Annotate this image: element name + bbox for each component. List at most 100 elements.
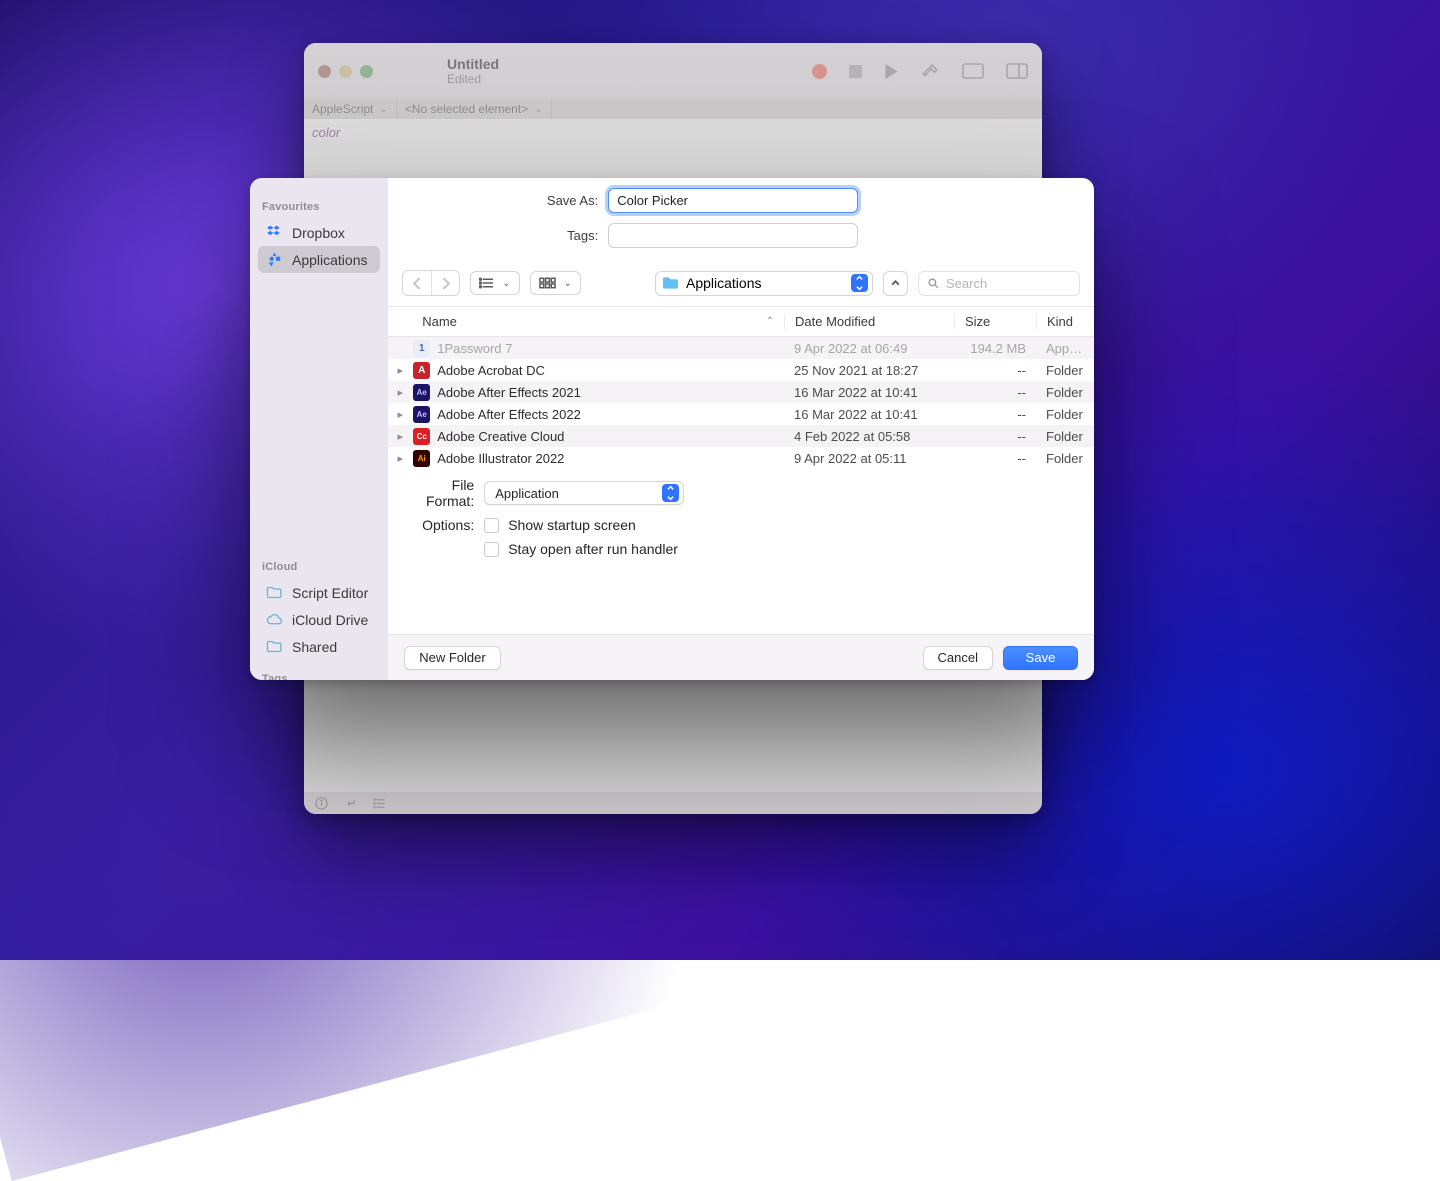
location-popup[interactable]: Applications: [655, 271, 873, 296]
cancel-button[interactable]: Cancel: [923, 646, 993, 670]
save-form: Save As: Tags:: [388, 178, 1094, 264]
save-as-label: Save As:: [408, 193, 608, 208]
file-kind: Applicati: [1036, 341, 1094, 356]
file-name: 1Password 7: [437, 341, 512, 356]
app-icon: Cc: [413, 428, 430, 445]
sidebar-item-applications[interactable]: Applications: [258, 246, 380, 273]
save-dialog: Favourites Dropbox Applications iCloud Sc…: [250, 178, 1094, 680]
tags-input[interactable]: [608, 223, 858, 248]
file-size: --: [954, 429, 1036, 444]
options-area: File Format: Application Options: Show s…: [388, 469, 1094, 579]
file-size: --: [954, 385, 1036, 400]
col-kind[interactable]: Kind: [1047, 314, 1073, 329]
search-placeholder: Search: [946, 276, 987, 291]
sidebar-section-tags: Tags: [262, 673, 376, 680]
col-name[interactable]: Name: [422, 314, 457, 329]
app-icon: Ae: [413, 384, 430, 401]
nav-back-forward: [402, 270, 460, 296]
save-button[interactable]: Save: [1003, 646, 1078, 670]
sidebar-item-label: iCloud Drive: [292, 612, 368, 628]
file-size: --: [954, 451, 1036, 466]
file-name: Adobe Creative Cloud: [437, 429, 564, 444]
table-row[interactable]: 11Password 79 Apr 2022 at 06:49194.2 MBA…: [388, 337, 1094, 359]
collapse-button[interactable]: [883, 271, 908, 296]
table-header[interactable]: Name ⌃ Date Modified Size Kind: [388, 307, 1094, 337]
app-icon: Ae: [413, 406, 430, 423]
view-list-button[interactable]: ⌄: [470, 271, 519, 295]
sidebar-item-icloud-drive[interactable]: iCloud Drive: [258, 606, 380, 633]
back-button[interactable]: [403, 271, 431, 295]
table-row[interactable]: ▸ A Adobe Acrobat DC 25 Nov 2021 at 18:27--…: [388, 359, 1094, 381]
file-date: 16 Mar 2022 at 10:41: [784, 407, 954, 422]
sidebar-item-label: Script Editor: [292, 585, 368, 601]
file-kind: Folder: [1036, 385, 1094, 400]
forward-button[interactable]: [431, 271, 459, 295]
app-icon: Ai: [413, 450, 430, 467]
col-date[interactable]: Date Modified: [795, 314, 875, 329]
file-name: Adobe After Effects 2021: [437, 385, 581, 400]
sidebar-item-label: Applications: [292, 252, 368, 268]
apps-icon: [266, 251, 283, 268]
option-startup-checkbox[interactable]: Show startup screen: [484, 517, 636, 533]
stepper-icon: [851, 274, 868, 292]
sidebar-item-label: Shared: [292, 639, 337, 655]
table-row[interactable]: ▸ Ae Adobe After Effects 2022 16 Mar 2022 a…: [388, 403, 1094, 425]
folder-shared-icon: [266, 638, 283, 655]
file-format-value: Application: [495, 486, 559, 501]
chevron-down-icon: ⌄: [564, 278, 572, 289]
table-row[interactable]: ▸ Cc Adobe Creative Cloud 4 Feb 2022 at 05:…: [388, 425, 1094, 447]
disclosure-icon[interactable]: ▸: [394, 430, 406, 443]
app-icon: 1: [413, 340, 430, 357]
sidebar-section-favourites: Favourites: [262, 201, 376, 213]
cloud-icon: [266, 611, 283, 628]
file-date: 25 Nov 2021 at 18:27: [784, 363, 954, 378]
table-row[interactable]: ▸ Ai Adobe Illustrator 2022 9 Apr 2022 at 0…: [388, 447, 1094, 469]
sidebar-item-label: Dropbox: [292, 225, 345, 241]
sidebar-item-script-editor[interactable]: Script Editor: [258, 579, 380, 606]
file-date: 4 Feb 2022 at 05:58: [784, 429, 954, 444]
search-icon: [927, 277, 940, 290]
save-dialog-sidebar: Favourites Dropbox Applications iCloud Sc…: [250, 178, 388, 680]
file-size: --: [954, 407, 1036, 422]
option-stayopen-checkbox[interactable]: Stay open after run handler: [484, 541, 678, 557]
group-button[interactable]: ⌄: [530, 271, 581, 295]
disclosure-icon[interactable]: ▸: [394, 386, 406, 399]
file-kind: Folder: [1036, 407, 1094, 422]
file-name: Adobe After Effects 2022: [437, 407, 581, 422]
file-kind: Folder: [1036, 429, 1094, 444]
app-icon: A: [413, 362, 430, 379]
dropbox-icon: [266, 224, 283, 241]
save-as-input[interactable]: [608, 188, 858, 213]
file-table: Name ⌃ Date Modified Size Kind 1 1Password…: [388, 306, 1094, 469]
location-name: Applications: [686, 275, 762, 291]
chevron-down-icon: ⌄: [502, 278, 510, 289]
tags-label: Tags:: [408, 228, 608, 243]
sidebar-section-icloud: iCloud: [262, 561, 376, 573]
disclosure-icon[interactable]: ▸: [394, 408, 406, 421]
file-name: Adobe Illustrator 2022: [437, 451, 564, 466]
col-size[interactable]: Size: [965, 314, 990, 329]
file-name: Adobe Acrobat DC: [437, 363, 545, 378]
folder-icon: [266, 584, 283, 601]
file-kind: Folder: [1036, 451, 1094, 466]
dialog-bottom-bar: New Folder Cancel Save: [388, 634, 1094, 680]
sidebar-item-shared[interactable]: Shared: [258, 633, 380, 660]
file-date: 9 Apr 2022 at 05:11: [784, 451, 954, 466]
options-label: Options:: [404, 517, 484, 533]
file-size: 194.2 MB: [954, 341, 1036, 356]
disclosure-icon[interactable]: ▸: [394, 364, 406, 377]
sidebar-item-dropbox[interactable]: Dropbox: [258, 219, 380, 246]
file-date: 16 Mar 2022 at 10:41: [784, 385, 954, 400]
file-size: --: [954, 363, 1036, 378]
file-kind: Folder: [1036, 363, 1094, 378]
stepper-icon: [662, 484, 679, 502]
file-format-select[interactable]: Application: [484, 481, 684, 505]
file-format-label: File Format:: [404, 477, 484, 509]
search-field[interactable]: Search: [918, 271, 1080, 296]
new-folder-button[interactable]: New Folder: [404, 646, 500, 670]
browser-toolbar: ⌄ ⌄ Applications Searc: [388, 264, 1094, 306]
disclosure-icon[interactable]: ▸: [394, 452, 406, 465]
folder-icon: [662, 276, 679, 290]
sort-asc-icon: ⌃: [766, 316, 774, 327]
table-row[interactable]: ▸ Ae Adobe After Effects 2021 16 Mar 2022 a…: [388, 381, 1094, 403]
